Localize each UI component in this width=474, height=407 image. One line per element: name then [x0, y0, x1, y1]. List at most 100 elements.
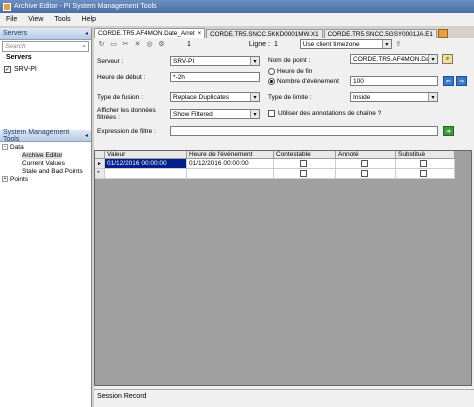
annote-checkbox[interactable] — [360, 170, 368, 177]
servers-pane-header: Servers ◂ — [0, 28, 91, 40]
tab-date-arret[interactable]: CORDE.TR5.AF4MON.Date_Arret × — [94, 28, 206, 38]
collapse-icon[interactable]: − — [2, 144, 8, 150]
arrow-right-icon: ⇒ — [458, 78, 465, 85]
filter-icon[interactable]: ◎ — [145, 40, 154, 49]
refresh-icon[interactable]: ↻ — [97, 40, 106, 49]
menu-view[interactable]: View — [28, 16, 43, 23]
server-item[interactable]: ✓ SRV-PI — [0, 66, 91, 73]
nombre-evt-radio-dot[interactable] — [268, 78, 275, 85]
expression-input[interactable] — [170, 126, 438, 136]
column-header-annote[interactable]: Annoté — [336, 151, 396, 158]
menu-file[interactable]: File — [6, 16, 17, 23]
timezone-value: Use client timezone — [302, 40, 360, 48]
annote-checkbox[interactable] — [360, 160, 368, 167]
tag-search-button[interactable]: ⌕ — [442, 54, 453, 64]
nombre-evt-value: 100 — [353, 77, 364, 85]
substitue-checkbox[interactable] — [420, 170, 427, 177]
tree-item-label: Stale and Bad Points — [22, 167, 83, 175]
app-icon — [3, 2, 11, 11]
contestable-checkbox[interactable] — [299, 160, 307, 167]
afficher-select[interactable]: Show Filtered — [170, 109, 260, 119]
expand-icon[interactable]: + — [2, 176, 8, 182]
tree-item-label: Current Values — [22, 159, 65, 167]
nombre-evt-radio[interactable]: Nombre d'événement — [268, 78, 339, 85]
smt-pane-header: System Management Tools ◂ — [0, 128, 91, 143]
menu-tools[interactable]: Tools — [54, 16, 70, 23]
tree-item-archive-editor[interactable]: Archive Editor — [2, 151, 89, 159]
heure-fin-radio[interactable]: Heure de fin — [268, 68, 312, 75]
window-title: Archive Editor - PI System Management To… — [14, 3, 157, 10]
search-icon[interactable]: ⌕ — [82, 43, 86, 51]
heure-debut-input[interactable]: *-2h — [170, 72, 260, 82]
tab-label: CORDE.TR5.SNCC.5KKD0001MW.X1 — [210, 30, 319, 38]
add-tab-icon[interactable] — [437, 29, 448, 38]
search-icon: ⌕ — [445, 55, 450, 62]
session-record-label: Session Record — [97, 393, 147, 400]
heure-fin-label: Heure de fin — [277, 68, 313, 75]
column-header-contestable[interactable]: Contestable — [274, 151, 336, 158]
record-count: 1 — [187, 40, 191, 48]
toolbar: ↻ ▭ ✂ ✕ ◎ ⚙ 1 Ligne : 1 Use client timez… — [94, 38, 474, 50]
row-selector[interactable]: * — [95, 169, 105, 178]
delete-icon[interactable]: ✕ — [133, 40, 142, 49]
serveur-select[interactable]: SRV-PI — [170, 56, 260, 66]
substitue-cell[interactable] — [396, 169, 455, 178]
annotations-option[interactable]: Utiliser des annotations de chaîne ? — [268, 110, 381, 117]
next-button[interactable]: ⇒ — [456, 76, 467, 86]
menu-bar: File View Tools Help — [0, 13, 474, 26]
nombre-evt-input[interactable]: 100 — [350, 76, 438, 86]
row-selector[interactable]: ► — [95, 159, 105, 168]
tree-item-points[interactable]: + Points — [2, 175, 89, 183]
menu-help[interactable]: Help — [82, 16, 96, 23]
annote-cell[interactable] — [336, 169, 396, 178]
valeur-cell[interactable]: 01/12/2016 00:00:00 — [105, 159, 187, 168]
expression-label: Expression de filtre : — [97, 128, 156, 135]
valeur-cell[interactable] — [105, 169, 187, 178]
save-icon[interactable]: ▭ — [109, 40, 118, 49]
annotations-checkbox[interactable] — [268, 110, 275, 117]
tab-label: CORDE.TR5.SNCC.5GSY0001JA.E1 — [327, 30, 433, 38]
tab-5kkd0001mw[interactable]: CORDE.TR5.SNCC.5KKD0001MW.X1 — [206, 29, 323, 38]
contestable-cell[interactable] — [274, 169, 336, 178]
ligne-label: Ligne : — [248, 40, 270, 48]
close-icon[interactable]: × — [198, 31, 202, 37]
substitue-cell[interactable] — [396, 159, 455, 168]
table-row-new[interactable]: * — [95, 169, 455, 179]
column-header-substitue[interactable]: Substitué — [396, 151, 455, 158]
contestable-checkbox[interactable] — [299, 170, 307, 177]
servers-search-input[interactable]: Search ⌕ — [2, 41, 89, 52]
apply-filter-button[interactable]: ➜ — [443, 126, 454, 136]
smt-header-label: System Management Tools — [3, 128, 70, 143]
tab-5gsy0001ja[interactable]: CORDE.TR5.SNCC.5GSY0001JA.E1 — [323, 29, 437, 38]
smt-tree: − Data Archive Editor Current Values Sta… — [0, 142, 91, 184]
column-header-valeur[interactable]: Valeur — [105, 151, 187, 158]
heure-cell[interactable] — [187, 169, 274, 178]
table-row[interactable]: ► 01/12/2016 00:00:00 01/12/2016 00:00:0… — [95, 159, 455, 169]
pin-icon[interactable]: ◂ — [85, 132, 91, 139]
server-checkbox[interactable]: ✓ — [4, 66, 11, 73]
session-record-panel: Session Record — [94, 389, 474, 407]
tree-item-stale-bad-points[interactable]: Stale and Bad Points — [2, 167, 89, 175]
cut-icon[interactable]: ✂ — [121, 40, 130, 49]
settings-icon[interactable]: ⚙ — [157, 40, 166, 49]
type-fusion-select[interactable]: Replace Duplicates — [170, 92, 260, 102]
column-header-heure[interactable]: Heure de l'événement — [187, 151, 274, 158]
tree-item-current-values[interactable]: Current Values — [2, 159, 89, 167]
substitue-checkbox[interactable] — [420, 160, 427, 167]
heure-fin-radio-dot[interactable] — [268, 68, 275, 75]
nom-point-select[interactable]: CORDE.TR5.AF4MON.Da — [350, 54, 438, 64]
annote-cell[interactable] — [336, 159, 396, 168]
export-icon[interactable]: ⇪ — [394, 40, 403, 49]
previous-button[interactable]: ⇐ — [443, 76, 454, 86]
type-limite-select[interactable]: Inside — [350, 92, 438, 102]
tree-item-label: Points — [10, 175, 29, 183]
pin-icon[interactable]: ◂ — [85, 30, 91, 37]
timezone-select[interactable]: Use client timezone — [299, 39, 392, 49]
smt-section: System Management Tools ◂ − Data Archive… — [0, 128, 91, 184]
tree-item-data[interactable]: − Data — [2, 143, 89, 151]
heure-cell[interactable]: 01/12/2016 00:00:00 — [187, 159, 274, 168]
heure-debut-label: Heure de début : — [97, 74, 146, 81]
main-pane: CORDE.TR5.AF4MON.Date_Arret × CORDE.TR5.… — [94, 28, 474, 407]
heure-debut-value: *-2h — [173, 73, 185, 81]
contestable-cell[interactable] — [274, 159, 336, 168]
